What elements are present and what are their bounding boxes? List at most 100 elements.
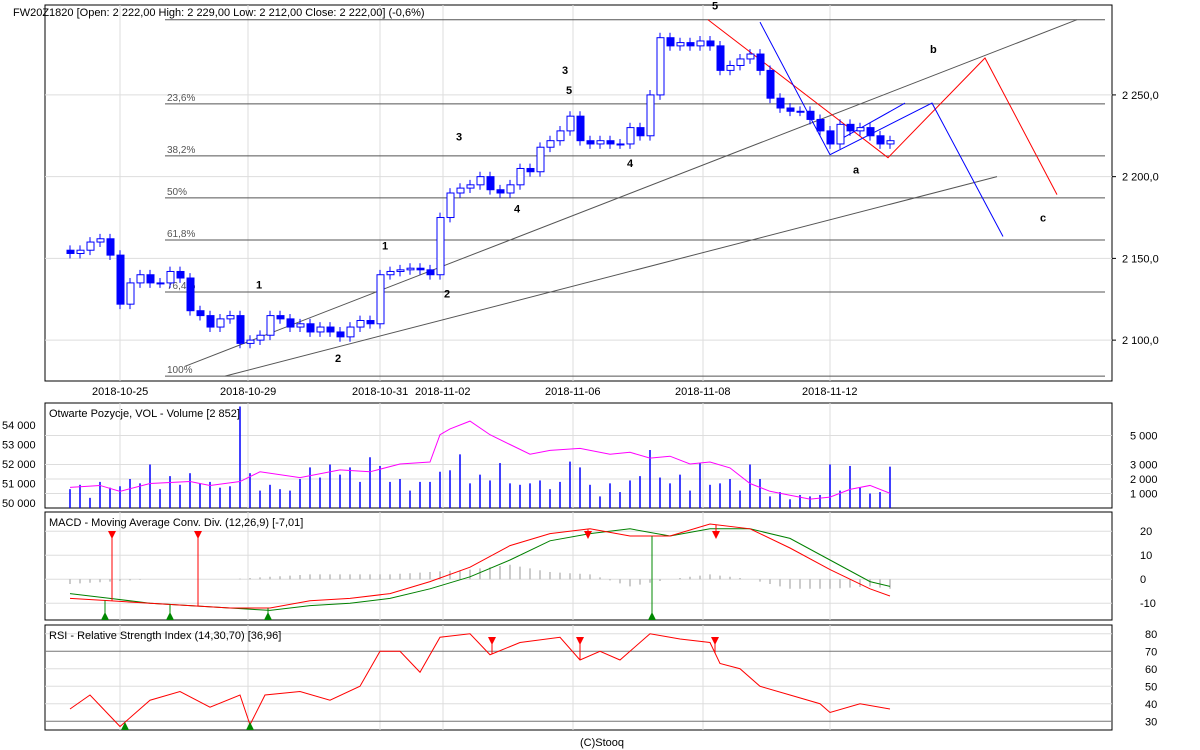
candle-body (596, 140, 605, 145)
candle-body (836, 123, 845, 145)
candle-body (326, 326, 335, 333)
wave-label: 3 (562, 65, 568, 77)
candle-body (796, 110, 805, 113)
candle-body (376, 274, 385, 325)
oi-tick-label: 51 000 (2, 479, 36, 491)
candle-body (66, 249, 75, 254)
candle-body (866, 127, 875, 137)
candle-body (636, 127, 645, 137)
candle-body (166, 270, 175, 284)
fib-label: 50% (167, 187, 187, 198)
candle-body (126, 282, 135, 305)
candle-body (96, 238, 105, 243)
candle-body (176, 270, 185, 279)
macd-tick-label: 20 (1140, 526, 1152, 538)
candle-body (616, 143, 625, 146)
volume-panel-title: Otwarte Pozycje, VOL - Volume [2 852] (49, 408, 240, 420)
fib-label: 61,8% (167, 229, 195, 240)
volume-tick-label: 3 000 (1130, 460, 1158, 472)
y-tick-label: 2 100,0 (1122, 335, 1159, 347)
candle-body (246, 339, 255, 344)
candle-body (886, 140, 895, 145)
oi-tick-label: 53 000 (2, 440, 36, 452)
candle-body (256, 334, 265, 341)
oi-tick-label: 52 000 (2, 459, 36, 471)
candle-body (846, 123, 855, 132)
oi-tick-label: 54 000 (2, 420, 36, 432)
candle-body (76, 249, 85, 254)
candle-body (436, 217, 445, 276)
y-tick-label: 2 250,0 (1122, 90, 1159, 102)
candle-body (776, 97, 785, 109)
candle-body (276, 315, 285, 320)
candle-body (266, 315, 275, 336)
y-tick-label: 2 150,0 (1122, 253, 1159, 265)
x-tick-label: 2018-11-12 (802, 386, 857, 398)
candle-body (366, 320, 375, 325)
candle-body (526, 167, 535, 173)
candle-body (296, 323, 305, 328)
candle-body (686, 42, 695, 47)
wave-label: 4 (514, 204, 521, 216)
candle-body (306, 323, 315, 333)
y-tick-label: 2 200,0 (1122, 172, 1159, 184)
rsi-tick-label: 30 (1145, 716, 1157, 728)
wave-label: 1 (256, 279, 262, 291)
candle-body (826, 130, 835, 145)
candle-body (726, 64, 735, 71)
wave-label: 5 (566, 85, 572, 97)
macd-tick-label: -10 (1140, 598, 1156, 610)
candle-body (396, 269, 405, 272)
macd-tick-label: 0 (1140, 574, 1146, 586)
fib-label: 100% (167, 365, 193, 376)
x-tick-label: 2018-11-06 (545, 386, 600, 398)
candle-body (566, 115, 575, 132)
candle-body (766, 69, 775, 99)
wave-label: a (853, 165, 860, 177)
candle-body (756, 53, 765, 71)
candle-body (116, 254, 125, 305)
candle-body (86, 241, 95, 251)
wave-label: 5 (712, 0, 718, 12)
macd-tick-label: 10 (1140, 550, 1152, 562)
candle-body (106, 238, 115, 256)
candle-body (216, 318, 225, 328)
candle-body (146, 274, 155, 284)
volume-tick-label: 5 000 (1130, 431, 1158, 443)
candle-body (586, 140, 595, 145)
candle-body (666, 37, 675, 47)
candle-body (196, 310, 205, 317)
candle-body (476, 176, 485, 186)
candle-body (506, 184, 515, 194)
rsi-tick-label: 40 (1145, 699, 1157, 711)
x-tick-label: 2018-10-31 (352, 386, 408, 398)
wave-label: b (930, 44, 937, 56)
candle-body (806, 110, 815, 120)
candle-body (496, 189, 505, 194)
candle-body (356, 320, 365, 328)
candle-body (876, 135, 885, 145)
candle-body (206, 315, 215, 328)
rsi-tick-label: 60 (1145, 664, 1157, 676)
candle-body (466, 184, 475, 189)
x-tick-label: 2018-11-02 (415, 386, 470, 398)
wave-label: c (1040, 212, 1046, 224)
candle-body (426, 269, 435, 276)
candle-body (316, 326, 325, 333)
macd-panel-title: MACD - Moving Average Conv. Div. (12,26,… (49, 517, 303, 529)
rsi-tick-label: 70 (1145, 646, 1157, 658)
candle-body (336, 331, 345, 338)
wave-label: 2 (444, 288, 450, 300)
candle-body (706, 40, 715, 47)
candle-body (676, 42, 685, 47)
rsi-tick-label: 80 (1145, 629, 1157, 641)
oi-tick-label: 50 000 (2, 498, 36, 510)
candle-body (626, 127, 635, 145)
fib-label: 38,2% (167, 145, 195, 156)
wave-label: 2 (335, 353, 341, 365)
wave-label: 1 (382, 240, 388, 252)
wave-label: 3 (456, 132, 462, 144)
candle-body (656, 37, 665, 96)
wave-label: 4 (627, 158, 634, 170)
candle-body (346, 326, 355, 338)
